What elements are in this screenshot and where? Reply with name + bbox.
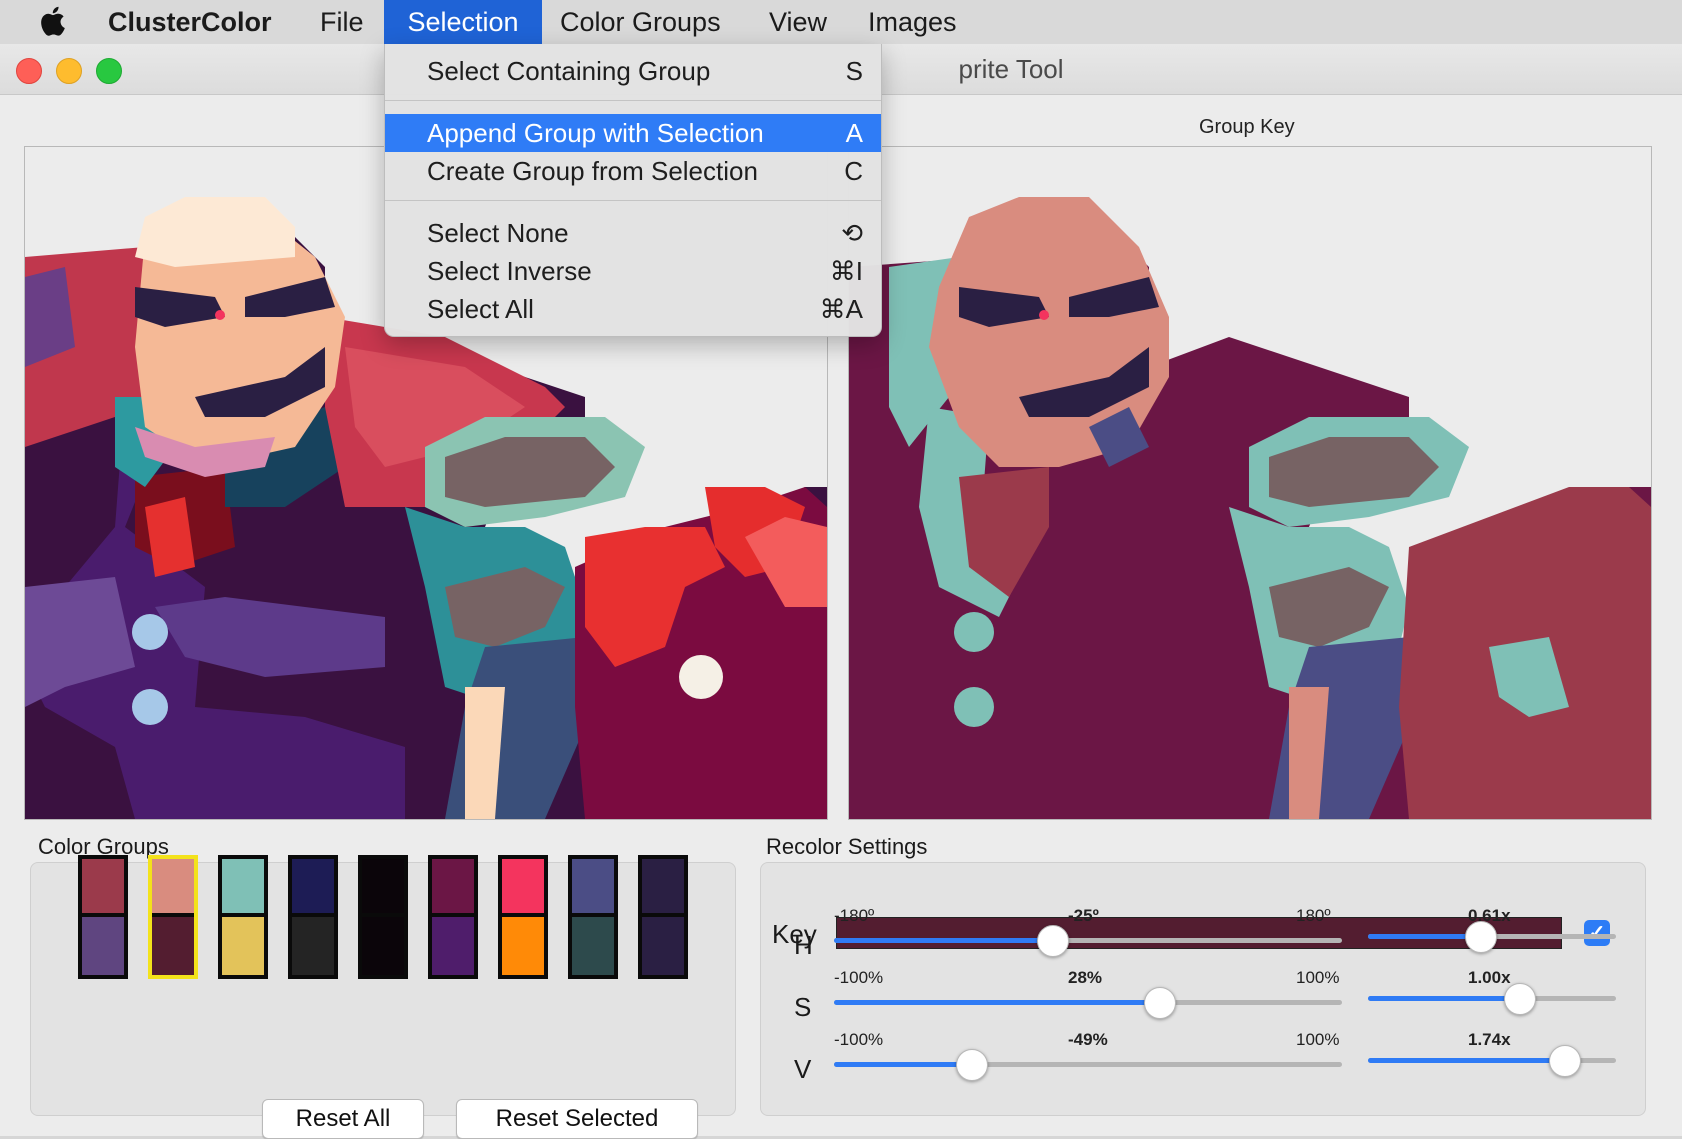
menu-item-shortcut: A: [845, 118, 863, 148]
menu-color-groups[interactable]: Color Groups: [560, 0, 721, 44]
swatch-bottom-color: [292, 917, 334, 975]
swatch-top-color: [82, 859, 124, 917]
swatch-top-color: [152, 859, 194, 917]
hsv-letter-v: V: [794, 1054, 812, 1084]
swatch-bottom-color: [572, 917, 614, 975]
slider-min-label: -180º: [834, 906, 875, 925]
group-key-image: [849, 147, 1651, 819]
reset-all-button[interactable]: Reset All: [262, 1099, 424, 1139]
menu-item-shortcut: C: [844, 156, 863, 186]
swatch-top-color: [432, 859, 474, 917]
multiplier-slider-fill: [1368, 1058, 1564, 1063]
group-key-label: Group Key: [1199, 116, 1295, 138]
swatch-bottom-color: [152, 917, 194, 975]
color-group-swatch[interactable]: [288, 855, 338, 979]
slider-value-label: 28%: [1068, 968, 1103, 987]
selection-menu: Select Containing Group S Append Group wit…: [384, 44, 882, 337]
menu-item-label: Select Containing Group: [427, 56, 711, 86]
slider-min-label: -100%: [834, 1030, 884, 1049]
slider-max-label: 100%: [1296, 968, 1340, 987]
swatch-top-color: [292, 859, 334, 917]
offset-slider-knob[interactable]: [956, 1049, 989, 1081]
multiplier-slider-knob[interactable]: [1548, 1045, 1581, 1077]
color-group-swatch[interactable]: [148, 855, 198, 979]
menu-item-shortcut: ⌘A: [819, 294, 863, 324]
multiplier-slider-fill: [1368, 934, 1480, 939]
key-color-well[interactable]: [836, 917, 1562, 949]
menu-item-create-group-from-selection[interactable]: Create Group from Selection C: [385, 152, 881, 190]
menu-item-label: Create Group from Selection: [427, 156, 758, 186]
menu-separator: [385, 100, 881, 101]
offset-slider-fill: [834, 938, 1053, 943]
menu-file[interactable]: File: [320, 0, 364, 44]
menu-item-label: Append Group with Selection: [427, 118, 764, 148]
color-group-swatch[interactable]: [568, 855, 618, 979]
color-group-swatch[interactable]: [638, 855, 688, 979]
swatch-top-color: [362, 859, 404, 917]
menu-item-label: Select None: [427, 218, 569, 248]
color-group-swatch[interactable]: [218, 855, 268, 979]
swatch-top-color: [502, 859, 544, 917]
swatch-bottom-color: [362, 917, 404, 975]
offset-slider-fill: [834, 1062, 972, 1067]
slider-value-label: -49%: [1068, 1030, 1108, 1049]
swatch-bottom-color: [502, 917, 544, 975]
menu-item-label: Select Inverse: [427, 256, 592, 286]
reset-selected-button[interactable]: Reset Selected: [456, 1099, 698, 1139]
apple-icon[interactable]: [40, 5, 68, 42]
menu-item-select-inverse[interactable]: Select Inverse ⌘I: [385, 252, 881, 290]
multiplier-value-label: 1.74x: [1468, 1030, 1511, 1049]
color-group-swatch[interactable]: [498, 855, 548, 979]
group-key-canvas[interactable]: [848, 146, 1652, 820]
color-group-swatch[interactable]: [428, 855, 478, 979]
menu-item-shortcut: S: [845, 56, 863, 86]
menu-images[interactable]: Images: [868, 0, 957, 44]
menu-bar: ClusterColor File Selection Color Groups…: [0, 0, 1682, 44]
swatch-top-color: [222, 859, 264, 917]
hsv-letter-h: H: [794, 930, 813, 960]
color-group-swatch[interactable]: [358, 855, 408, 979]
offset-slider-fill: [834, 1000, 1160, 1005]
menu-item-shortcut: ⌘I: [829, 256, 863, 286]
multiplier-slider-knob[interactable]: [1464, 921, 1497, 953]
multiplier-value-label: 1.00x: [1468, 968, 1511, 987]
menu-item-select-none[interactable]: Select None ⟲: [385, 214, 881, 252]
multiplier-slider-fill: [1368, 996, 1520, 1001]
swatch-bottom-color: [222, 917, 264, 975]
color-group-swatch[interactable]: [78, 855, 128, 979]
menu-item-select-all[interactable]: Select All ⌘A: [385, 290, 881, 328]
menu-view[interactable]: View: [769, 0, 827, 44]
swatch-bottom-color: [82, 917, 124, 975]
menu-item-append-group-with-selection[interactable]: Append Group with Selection A: [385, 114, 881, 152]
swatch-top-color: [642, 859, 684, 917]
slider-max-label: 100%: [1296, 1030, 1340, 1049]
slider-value-label: -25º: [1068, 906, 1099, 925]
menu-item-label: Select All: [427, 294, 534, 324]
recolor-settings-title: Recolor Settings: [766, 834, 928, 859]
menu-separator: [385, 200, 881, 201]
key-checkbox[interactable]: ✓: [1584, 920, 1610, 946]
swatch-top-color: [572, 859, 614, 917]
menu-selection[interactable]: Selection: [384, 0, 542, 44]
menu-app-name[interactable]: ClusterColor: [108, 0, 272, 44]
hsv-letter-s: S: [794, 992, 812, 1022]
menu-item-shortcut: ⟲: [841, 218, 863, 248]
slider-min-label: -100%: [834, 968, 884, 987]
swatch-bottom-color: [432, 917, 474, 975]
swatch-bottom-color: [642, 917, 684, 975]
menu-item-select-containing-group[interactable]: Select Containing Group S: [385, 52, 881, 90]
slider-max-label: 180º: [1296, 906, 1331, 925]
offset-slider-knob[interactable]: [1144, 987, 1177, 1019]
window-title: prite Tool: [958, 54, 1064, 84]
